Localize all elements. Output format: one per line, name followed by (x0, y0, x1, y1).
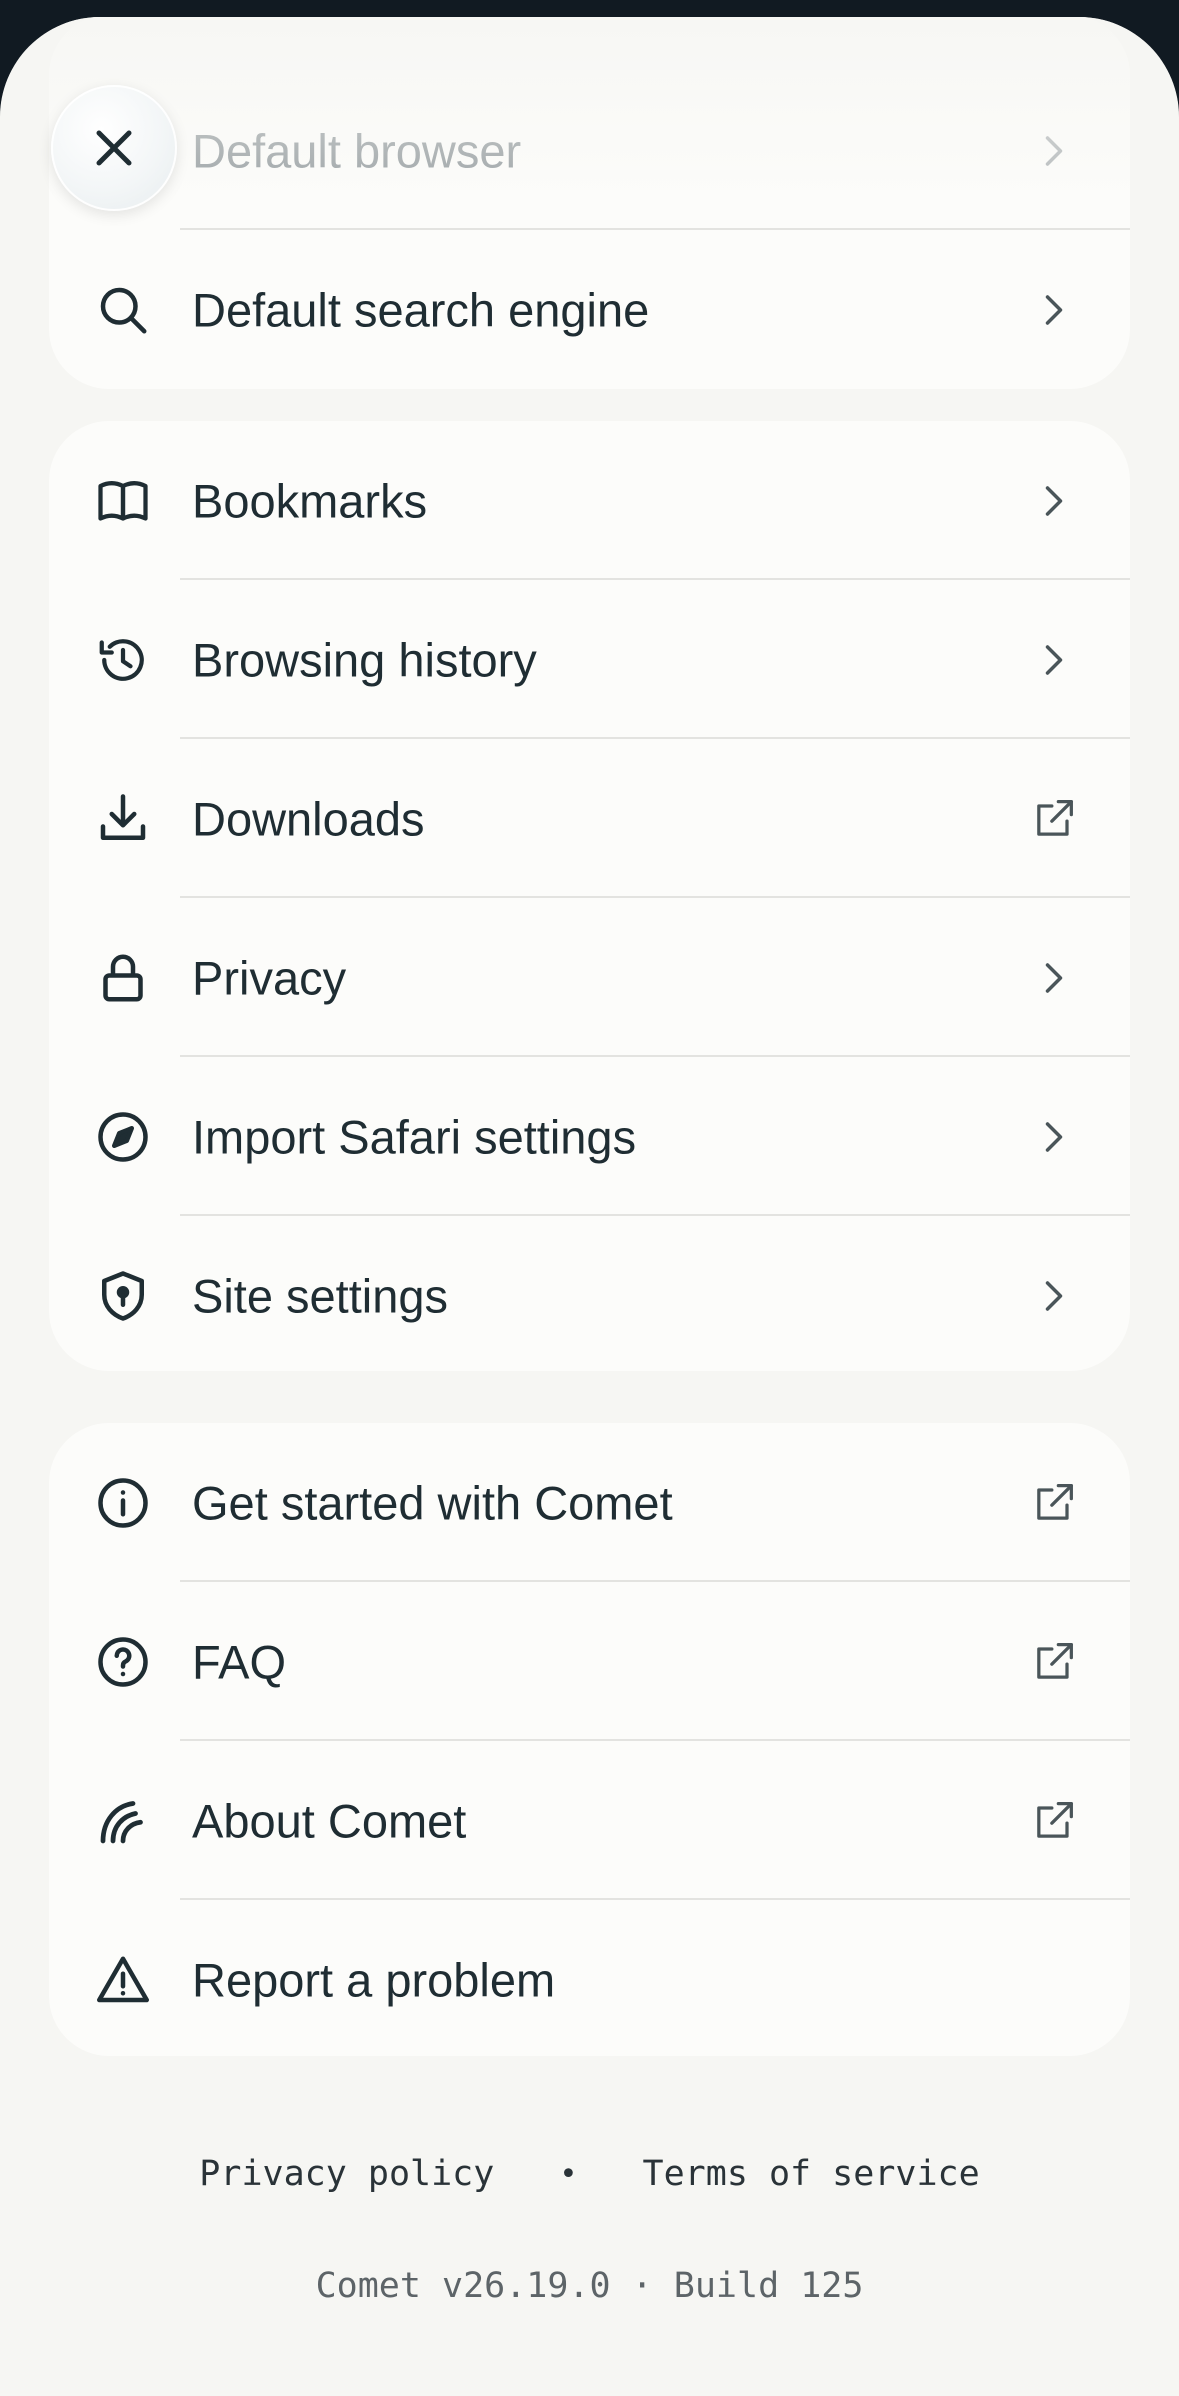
settings-sheet: Default browser Default search engine Bo… (0, 17, 1179, 2396)
help-circle-icon (93, 1632, 153, 1692)
row-default-search-engine[interactable]: Default search engine (49, 230, 1130, 389)
row-label: Downloads (192, 792, 425, 845)
book-open-icon (93, 471, 153, 531)
row-downloads[interactable]: Downloads (49, 739, 1130, 898)
chevron-right-icon (1028, 1270, 1080, 1322)
row-label: Site settings (192, 1269, 449, 1322)
footer-links: Privacy policy • Terms of service (0, 2153, 1179, 2194)
app-version: Comet v26.19.0 · Build 125 (315, 2266, 864, 2306)
footer-separator: • (559, 2156, 578, 2192)
chevron-right-icon (1028, 952, 1080, 1004)
row-report-problem[interactable]: Report a problem (49, 1900, 1130, 2056)
terms-of-service-link[interactable]: Terms of service (643, 2154, 980, 2194)
row-get-started[interactable]: Get started with Comet (49, 1423, 1130, 1582)
chevron-right-icon (1028, 1111, 1080, 1163)
row-about-comet[interactable]: About Comet (49, 1741, 1130, 1900)
external-link-icon (1028, 1477, 1080, 1529)
external-link-icon (1028, 1795, 1080, 1847)
row-import-safari-settings[interactable]: Import Safari settings (49, 1057, 1130, 1216)
row-label: Browsing history (192, 633, 537, 686)
close-icon (96, 130, 132, 166)
row-browsing-history[interactable]: Browsing history (49, 580, 1130, 739)
row-privacy[interactable]: Privacy (49, 898, 1130, 1057)
chevron-right-icon (1028, 475, 1080, 527)
row-label: Import Safari settings (192, 1110, 637, 1163)
history-icon (93, 630, 153, 690)
help-group: Get started with Comet FAQ About Comet R… (49, 1423, 1130, 2056)
row-label: Default search engine (192, 283, 650, 336)
warning-triangle-icon (93, 1950, 153, 2010)
row-faq[interactable]: FAQ (49, 1582, 1130, 1741)
row-default-browser[interactable]: Default browser (49, 71, 1130, 230)
row-label: FAQ (192, 1635, 287, 1688)
row-label: Bookmarks (192, 474, 428, 527)
download-icon (93, 789, 153, 849)
chevron-right-icon (1028, 284, 1080, 336)
search-icon (93, 280, 153, 340)
comet-logo-icon (93, 1791, 153, 1851)
external-link-icon (1028, 1636, 1080, 1688)
info-icon (93, 1473, 153, 1533)
lock-icon (93, 948, 153, 1008)
row-bookmarks[interactable]: Bookmarks (49, 421, 1130, 580)
close-button[interactable] (51, 85, 177, 211)
shield-icon (93, 1266, 153, 1326)
privacy-policy-link[interactable]: Privacy policy (199, 2154, 494, 2194)
row-label: Get started with Comet (192, 1476, 673, 1529)
compass-icon (93, 1107, 153, 1167)
row-label: Report a problem (192, 1953, 556, 2006)
row-site-settings[interactable]: Site settings (49, 1216, 1130, 1371)
row-label: About Comet (192, 1794, 467, 1847)
browser-defaults-group: Default browser Default search engine (49, 17, 1130, 389)
browsing-group: Bookmarks Browsing history Downloads Pri… (49, 421, 1130, 1371)
row-label: Default browser (192, 124, 522, 177)
chevron-right-icon (1028, 125, 1080, 177)
row-label: Privacy (192, 951, 347, 1004)
chevron-right-icon (1028, 634, 1080, 686)
external-link-icon (1028, 793, 1080, 845)
